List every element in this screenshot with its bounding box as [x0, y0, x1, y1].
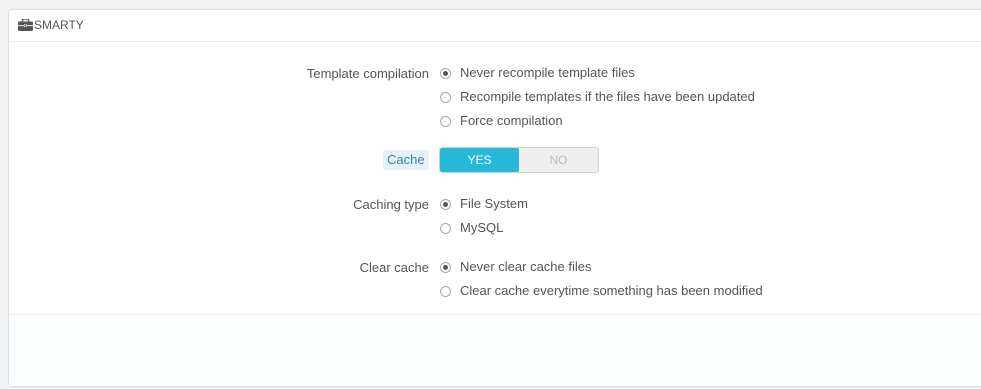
cache-no-option[interactable]: NO — [519, 148, 598, 172]
caching-type-label: Caching type — [353, 197, 429, 212]
panel-footer — [9, 314, 981, 386]
radio-label[interactable]: File System — [460, 196, 528, 212]
radio-button[interactable] — [440, 115, 451, 127]
cache-label: Cache — [383, 150, 429, 170]
panel-heading: SMARTY — [9, 10, 981, 42]
radio-button[interactable] — [440, 198, 451, 210]
radio-button[interactable] — [440, 285, 451, 297]
radio-label[interactable]: Never clear cache files — [460, 259, 592, 275]
smarty-panel: SMARTY Template compilation Never recomp… — [8, 9, 981, 387]
radio-button[interactable] — [440, 261, 451, 273]
cache-switch[interactable]: YES NO — [439, 147, 599, 173]
radio-label[interactable]: Never recompile template files — [460, 65, 635, 81]
briefcase-icon — [18, 19, 33, 31]
radio-label[interactable]: Force compilation — [460, 113, 563, 129]
radio-clear-cache-on-modify[interactable]: Clear cache everytime something has been… — [439, 282, 763, 300]
radio-never-recompile[interactable]: Never recompile template files — [439, 64, 635, 82]
radio-button[interactable] — [440, 222, 451, 234]
radio-file-system[interactable]: File System — [439, 195, 528, 213]
template-compilation-label: Template compilation — [306, 66, 429, 81]
radio-never-clear-cache[interactable]: Never clear cache files — [439, 258, 592, 276]
radio-force-compilation[interactable]: Force compilation — [439, 112, 563, 130]
radio-button[interactable] — [440, 67, 451, 79]
radio-button[interactable] — [440, 91, 451, 103]
panel-title: SMARTY — [34, 18, 84, 32]
radio-label[interactable]: Recompile templates if the files have be… — [460, 89, 755, 105]
cache-yes-option[interactable]: YES — [440, 148, 519, 172]
radio-mysql[interactable]: MySQL — [439, 219, 503, 237]
radio-label[interactable]: Clear cache everytime something has been… — [460, 283, 763, 299]
clear-cache-label: Clear cache — [359, 260, 429, 275]
radio-label[interactable]: MySQL — [460, 220, 503, 236]
radio-recompile-if-updated[interactable]: Recompile templates if the files have be… — [439, 88, 755, 106]
